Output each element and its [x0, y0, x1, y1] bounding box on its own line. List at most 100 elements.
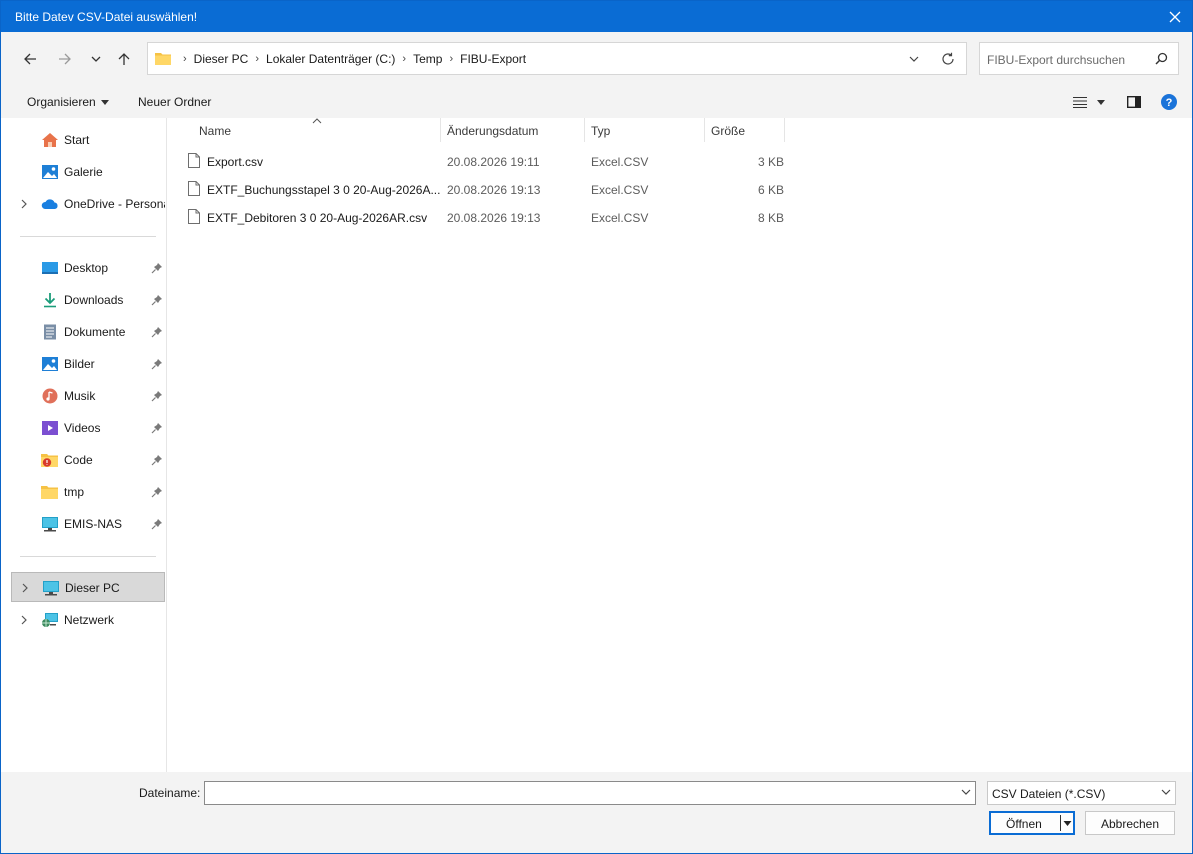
chevron-right-icon [21, 615, 27, 625]
pin-icon[interactable] [151, 422, 163, 434]
new-folder-button[interactable]: Neuer Ordner [138, 95, 211, 109]
column-header-date[interactable]: Änderungsdatum [441, 118, 584, 143]
sidebar-item-start[interactable]: Start [11, 125, 165, 155]
cancel-button[interactable]: Abbrechen [1085, 811, 1175, 835]
open-button[interactable]: Öffnen [989, 811, 1075, 835]
file-date: 20.08.2026 19:13 [447, 183, 541, 197]
up-button[interactable] [113, 48, 135, 70]
folder-icon [155, 53, 171, 65]
download-icon [44, 293, 56, 308]
sidebar-item-onedrive[interactable]: OneDrive - Personal [11, 189, 165, 219]
search-input[interactable]: FIBU-Export durchsuchen [979, 42, 1179, 75]
sidebar-item-label: Desktop [64, 261, 109, 275]
file-icon [188, 209, 200, 224]
file-row[interactable]: EXTF_Buchungsstapel 3 0 20-Aug-2026A... … [184, 175, 784, 203]
caret-down-icon [1097, 99, 1105, 105]
sidebar-item-musik[interactable]: Musik [11, 381, 165, 411]
column-header-type[interactable]: Typ [585, 118, 704, 143]
sidebar-item-dokumente[interactable]: Dokumente [11, 317, 165, 347]
gallery-icon [42, 165, 58, 179]
pin-icon[interactable] [151, 454, 163, 466]
sidebar-item-label: Code [64, 453, 93, 467]
column-header-size[interactable]: Größe [705, 118, 784, 143]
pin-icon[interactable] [151, 358, 163, 370]
pin-icon[interactable] [151, 326, 163, 338]
column-header-name[interactable]: Name [168, 118, 440, 143]
help-icon: ? [1161, 94, 1177, 110]
file-row[interactable]: Export.csv 20.08.2026 19:11 Excel.CSV 3 … [184, 147, 784, 175]
breadcrumb-item[interactable]: Dieser PC [194, 52, 249, 66]
sidebar-item-downloads[interactable]: Downloads [11, 285, 165, 315]
sidebar-item-desktop[interactable]: Desktop [11, 253, 165, 283]
computer-icon [43, 581, 59, 596]
sidebar-item-label: Bilder [64, 357, 95, 371]
sidebar-item-label: Downloads [64, 293, 124, 307]
chevron-down-icon [909, 56, 919, 62]
address-bar[interactable]: › Dieser PC › Lokaler Datenträger (C:) ›… [147, 42, 967, 75]
file-type-select[interactable]: CSV Dateien (*.CSV) [987, 781, 1176, 805]
forward-button[interactable] [54, 48, 76, 70]
close-button[interactable] [1158, 1, 1192, 32]
pin-icon[interactable] [151, 390, 163, 402]
cloud-icon [41, 199, 58, 209]
arrow-up-icon [118, 53, 130, 65]
pin-icon[interactable] [151, 294, 163, 306]
pin-icon[interactable] [151, 486, 163, 498]
address-history-button[interactable] [906, 51, 922, 67]
dialog-footer: Dateiname: CSV Dateien (*.CSV) Öffnen Ab… [1, 772, 1192, 853]
navigation-pane: Start Galerie OneDrive - Personal Deskto… [1, 118, 167, 772]
file-open-dialog: Bitte Datev CSV-Datei auswählen! › Diese… [0, 0, 1193, 854]
breadcrumb-separator: › [402, 53, 407, 65]
filename-label: Dateiname: [139, 786, 201, 800]
view-options-button[interactable] [1069, 93, 1109, 111]
column-header-label: Größe [711, 124, 746, 138]
chevron-down-icon [1161, 789, 1171, 795]
sidebar-item-code[interactable]: Code [11, 445, 165, 475]
chevron-down-icon[interactable] [961, 787, 971, 797]
sidebar-item-dieser-pc[interactable]: Dieser PC [11, 572, 165, 602]
column-divider[interactable] [784, 118, 785, 142]
organize-button[interactable]: Organisieren [27, 95, 109, 109]
svg-text:?: ? [1166, 97, 1173, 109]
file-type: Excel.CSV [591, 183, 649, 197]
refresh-button[interactable] [939, 50, 957, 68]
sidebar-item-label: Videos [64, 421, 101, 435]
pin-icon[interactable] [151, 262, 163, 274]
sidebar-item-galerie[interactable]: Galerie [11, 157, 165, 187]
sidebar-divider [20, 556, 156, 557]
split-divider [1060, 815, 1061, 831]
filename-input[interactable] [204, 781, 976, 805]
sidebar-item-label: OneDrive - Personal [64, 197, 165, 211]
list-view-icon [1073, 96, 1087, 108]
sidebar-item-emis-nas[interactable]: EMIS-NAS [11, 509, 165, 539]
sidebar-item-tmp[interactable]: tmp [11, 477, 165, 507]
sidebar-item-label: Dieser PC [65, 581, 120, 595]
file-date: 20.08.2026 19:11 [447, 155, 540, 169]
desktop-icon [42, 262, 58, 274]
folder-warning-icon [41, 454, 58, 467]
arrow-right-icon [59, 53, 71, 65]
sidebar-divider [20, 236, 156, 237]
pin-icon[interactable] [151, 518, 163, 530]
file-name: EXTF_Debitoren 3 0 20-Aug-2026AR.csv [207, 211, 428, 225]
breadcrumb-item[interactable]: Temp [413, 52, 442, 66]
window-title: Bitte Datev CSV-Datei auswählen! [15, 10, 198, 24]
command-bar: Organisieren Neuer Ordner ? [1, 86, 1192, 118]
sidebar-item-bilder[interactable]: Bilder [11, 349, 165, 379]
file-name: Export.csv [207, 155, 264, 169]
chevron-right-icon [22, 583, 28, 593]
sidebar-item-label: Dokumente [64, 325, 126, 339]
recent-locations-button[interactable] [85, 48, 107, 70]
breadcrumb-item[interactable]: Lokaler Datenträger (C:) [266, 52, 395, 66]
back-button[interactable] [19, 48, 41, 70]
sidebar-item-netzwerk[interactable]: Netzwerk [11, 605, 165, 635]
help-button[interactable]: ? [1160, 93, 1178, 111]
preview-pane-button[interactable] [1125, 93, 1143, 111]
file-row[interactable]: EXTF_Debitoren 3 0 20-Aug-2026AR.csv 20.… [184, 203, 784, 231]
file-date: 20.08.2026 19:13 [447, 211, 541, 225]
chevron-down-icon [91, 56, 101, 62]
sidebar-item-videos[interactable]: Videos [11, 413, 165, 443]
breadcrumb-item[interactable]: FIBU-Export [460, 52, 526, 66]
sidebar-item-label: tmp [64, 485, 85, 499]
caret-down-icon[interactable] [1063, 816, 1072, 830]
